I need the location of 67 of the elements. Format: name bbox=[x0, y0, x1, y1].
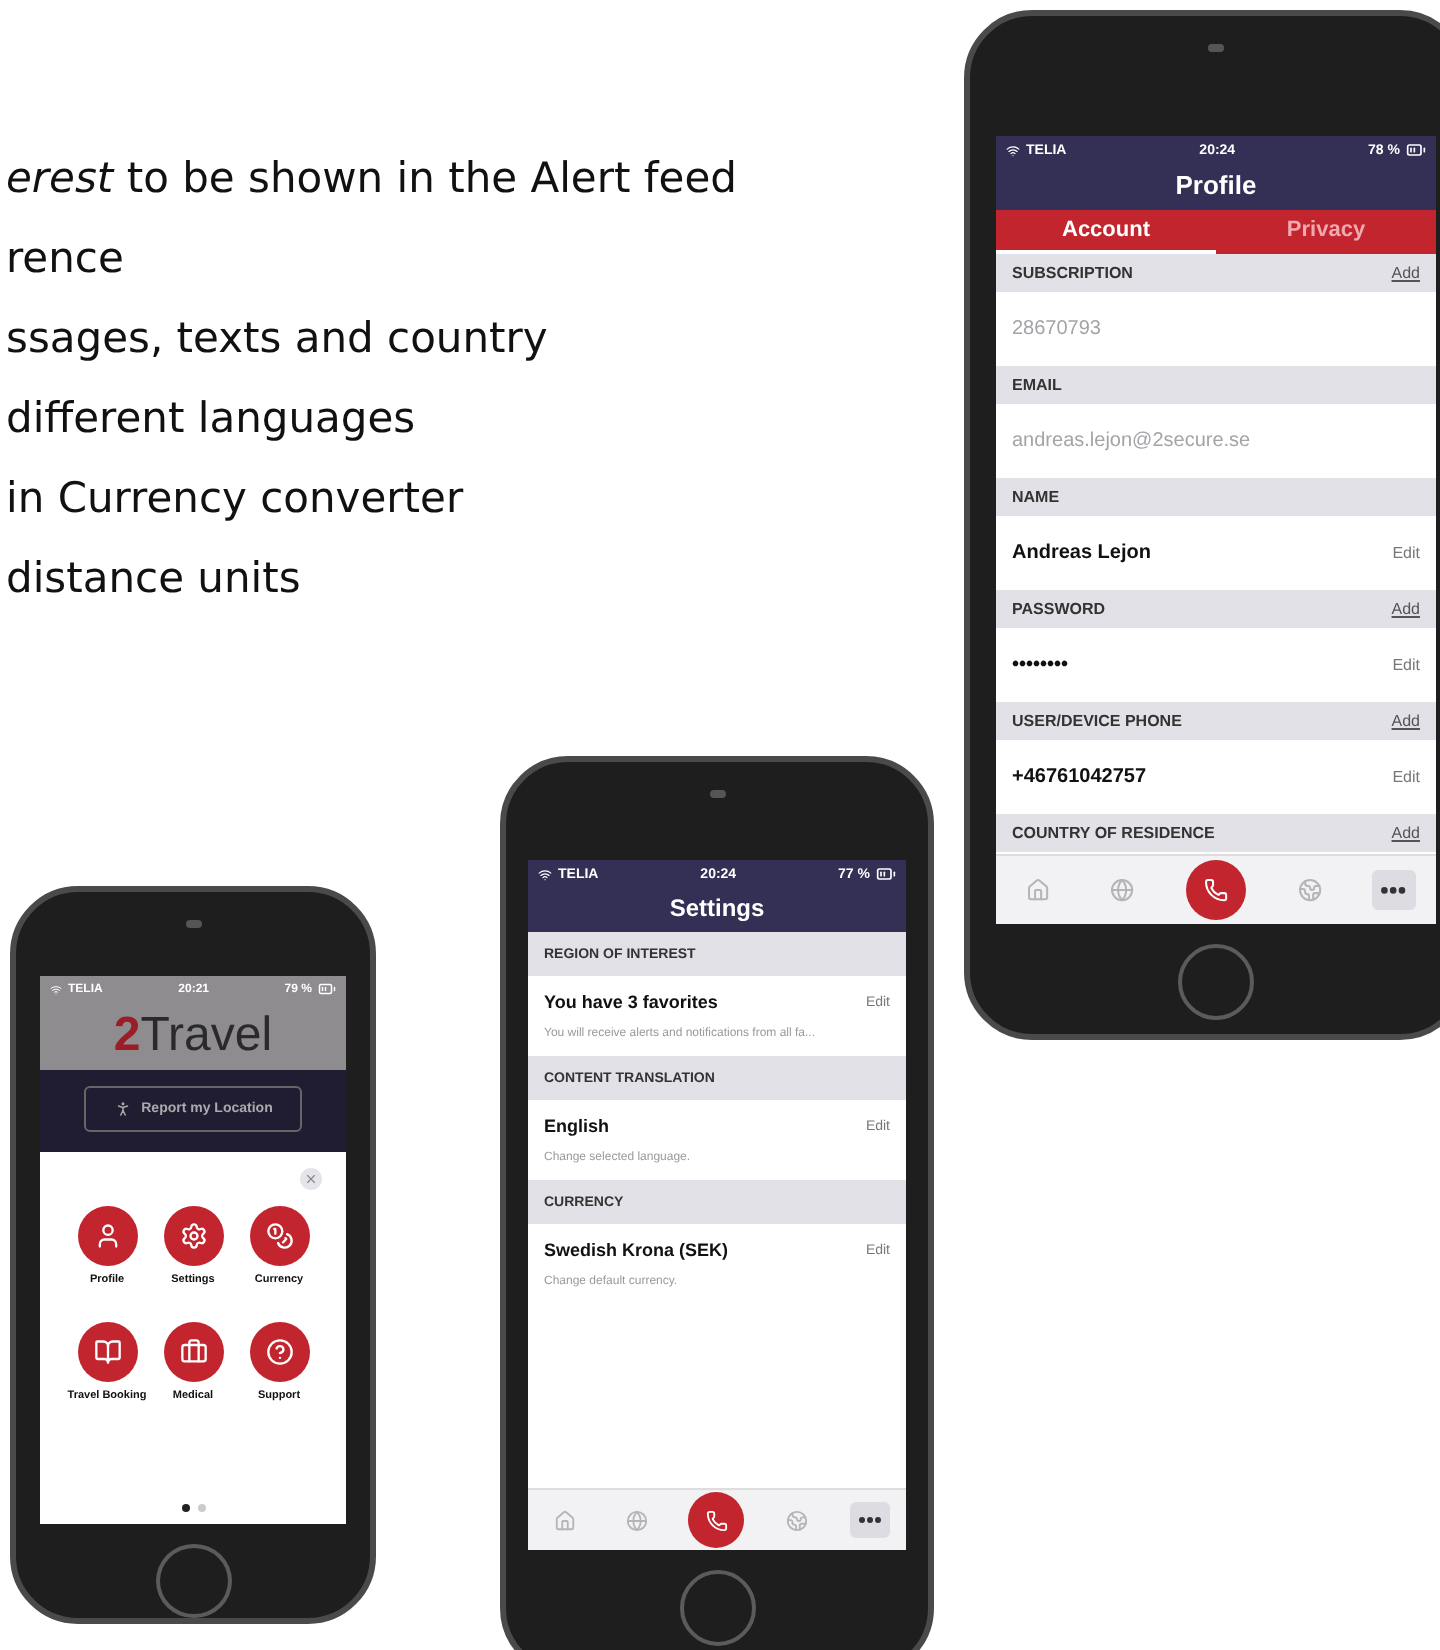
person-icon bbox=[113, 1100, 132, 1118]
tab-button[interactable] bbox=[688, 1492, 745, 1548]
add-link[interactable]: Add bbox=[1391, 264, 1420, 282]
slide-bullet-text: rence bbox=[4, 232, 126, 286]
section-title: COUNTRY OF RESIDENCE bbox=[1012, 824, 1215, 842]
globe-icon bbox=[1297, 877, 1322, 903]
globe-icon bbox=[625, 1509, 648, 1531]
page-dot[interactable] bbox=[197, 1503, 205, 1512]
home-icon bbox=[553, 1509, 576, 1531]
slide-bullet-text: ssages, texts and country bbox=[4, 312, 550, 366]
phone-speaker bbox=[185, 920, 201, 928]
setting-value: You have 3 favorites bbox=[544, 992, 718, 1012]
slide-bullet-text: distance units bbox=[4, 552, 303, 606]
coins-icon bbox=[249, 1206, 309, 1266]
phone-icon bbox=[705, 1509, 728, 1531]
edit-link[interactable]: Edit bbox=[1392, 656, 1420, 674]
gear-icon bbox=[163, 1206, 223, 1266]
battery-icon bbox=[317, 980, 336, 998]
briefcase-icon bbox=[163, 1322, 223, 1382]
globe-icon bbox=[786, 1509, 809, 1531]
add-link[interactable]: Add bbox=[1391, 824, 1420, 842]
setting-value: English bbox=[544, 1116, 610, 1136]
home-button[interactable] bbox=[155, 1543, 231, 1618]
edit-link[interactable]: Edit bbox=[1392, 768, 1420, 786]
phone-speaker bbox=[1208, 44, 1224, 52]
person-icon bbox=[77, 1206, 137, 1266]
book-icon bbox=[77, 1322, 137, 1382]
phone-speaker bbox=[709, 790, 725, 798]
field-value: •••••••• bbox=[1012, 654, 1069, 676]
phone-icon bbox=[1203, 877, 1229, 903]
screen-title: Settings bbox=[528, 888, 906, 932]
wifi-icon bbox=[50, 983, 62, 995]
slide-bullet-text: in Currency converter bbox=[4, 472, 466, 526]
tab-button[interactable] bbox=[1185, 859, 1247, 921]
close-icon bbox=[304, 1172, 318, 1186]
more-icon bbox=[857, 1516, 882, 1524]
page-dot[interactable] bbox=[181, 1503, 189, 1512]
slide-bullet-text: different languages bbox=[4, 392, 418, 446]
wifi-icon bbox=[538, 867, 552, 881]
add-link[interactable]: Add bbox=[1391, 600, 1420, 618]
more-button[interactable] bbox=[849, 1502, 890, 1538]
home-button[interactable] bbox=[679, 1570, 755, 1646]
field-value: Andreas Lejon bbox=[1012, 542, 1151, 564]
screen-title: Profile bbox=[996, 164, 1436, 210]
battery-icon bbox=[1405, 140, 1426, 160]
globe-icon bbox=[1110, 877, 1135, 903]
app-logo: 2Travel bbox=[113, 1008, 273, 1064]
section-title: USER/DEVICE PHONE bbox=[1012, 712, 1182, 730]
profile-tab[interactable]: Privacy bbox=[1216, 210, 1436, 254]
section-title: SUBSCRIPTION bbox=[1012, 264, 1133, 282]
edit-link[interactable]: Edit bbox=[1392, 544, 1420, 562]
wifi-icon bbox=[1006, 143, 1020, 157]
field-value: +46761042757 bbox=[1012, 766, 1147, 788]
question-icon bbox=[249, 1322, 309, 1382]
field-value: 28670793 bbox=[1012, 318, 1101, 340]
section-title: EMAIL bbox=[1012, 376, 1062, 394]
close-button[interactable] bbox=[300, 1168, 322, 1190]
more-button[interactable] bbox=[1371, 870, 1416, 910]
section-title: PASSWORD bbox=[1012, 600, 1106, 618]
slide-bullet-text: erest to be shown in the Alert feed bbox=[4, 152, 737, 206]
battery-icon bbox=[875, 864, 896, 884]
home-button[interactable] bbox=[1178, 944, 1254, 1020]
add-link[interactable]: Add bbox=[1391, 712, 1420, 730]
home-icon bbox=[1026, 877, 1051, 903]
section-title: NAME bbox=[1012, 488, 1060, 506]
setting-value: Swedish Krona (SEK) bbox=[544, 1240, 729, 1260]
more-icon bbox=[1380, 885, 1407, 895]
